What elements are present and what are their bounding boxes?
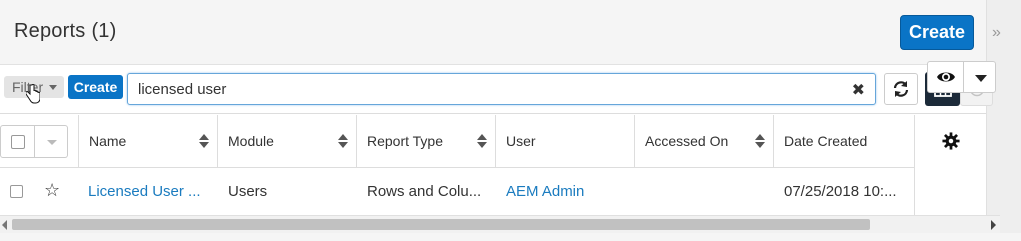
column-header-report-type[interactable]: Report Type: [357, 115, 496, 168]
star-icon[interactable]: ☆: [44, 180, 60, 201]
close-icon[interactable]: ✖: [852, 80, 865, 100]
create-report-button[interactable]: Create: [900, 15, 974, 50]
hand-cursor-icon: [25, 83, 41, 109]
refresh-button[interactable]: [884, 73, 918, 105]
eye-icon[interactable]: [936, 69, 956, 85]
date-created-cell: 07/25/2018 10:...: [784, 183, 897, 200]
column-header-accessed-on[interactable]: Accessed On: [635, 115, 774, 168]
column-label: Module: [228, 133, 274, 149]
chevron-down-icon[interactable]: [975, 75, 987, 82]
page-header: Reports (1) Create: [0, 0, 986, 65]
scroll-left-icon[interactable]: [2, 220, 7, 230]
bottom-strip: [0, 233, 1021, 241]
report-name-link[interactable]: Licensed User ...: [88, 183, 208, 200]
sort-icon[interactable]: [477, 134, 487, 148]
divider: [963, 62, 964, 92]
search-value[interactable]: licensed user: [138, 81, 226, 98]
sort-icon[interactable]: [755, 134, 765, 148]
column-header-module[interactable]: Module: [218, 115, 357, 168]
row-checkbox[interactable]: [10, 185, 23, 198]
reports-table: Name Module Report Type User Accessed On…: [0, 115, 986, 215]
double-chevron-right-icon[interactable]: »: [992, 24, 1001, 42]
column-label: Date Created: [784, 133, 868, 149]
report-type-cell: Rows and Colu...: [367, 183, 482, 200]
create-filter-button[interactable]: Create: [68, 75, 123, 99]
row-actions-group: [927, 61, 996, 93]
reports-page: Reports (1) Create » Filter Create licens…: [0, 0, 1021, 241]
table-header: Name Module Report Type User Accessed On…: [0, 115, 986, 168]
module-cell: Users: [228, 183, 268, 200]
user-link[interactable]: AEM Admin: [506, 183, 626, 200]
gear-icon[interactable]: [942, 132, 960, 150]
column-header-user[interactable]: User: [496, 115, 635, 168]
search-input[interactable]: licensed user ✖: [127, 73, 876, 105]
horizontal-scrollbar[interactable]: [0, 215, 1000, 233]
column-label: Name: [89, 133, 127, 149]
page-title-text: Reports: [14, 20, 86, 42]
column-header-date-created[interactable]: Date Created: [774, 115, 914, 168]
column-label: User: [506, 133, 536, 149]
column-header-name[interactable]: Name: [79, 115, 218, 168]
refresh-icon: [893, 81, 909, 97]
filter-toolbar: Filter Create licensed user ✖: [0, 66, 993, 114]
chevron-down-icon: [49, 84, 58, 90]
report-count: (1): [91, 20, 117, 42]
sort-icon[interactable]: [338, 134, 348, 148]
actions-column: [914, 115, 986, 215]
checkbox-square[interactable]: [11, 135, 25, 149]
select-all-checkbox[interactable]: [0, 125, 35, 158]
column-label: Accessed On: [645, 133, 729, 149]
column-label: Report Type: [367, 133, 444, 149]
scrollbar-thumb[interactable]: [12, 219, 870, 230]
chevron-down-icon: [47, 140, 57, 145]
select-column-header: [0, 115, 79, 168]
right-panel-rail: »: [986, 0, 1021, 241]
scroll-right-icon[interactable]: [991, 220, 996, 230]
sort-icon[interactable]: [199, 134, 209, 148]
table-row[interactable]: ☆ Licensed User ... Users Rows and Colu.…: [0, 169, 914, 215]
page-title: Reports (1): [14, 20, 116, 43]
select-options-dropdown[interactable]: [35, 125, 68, 158]
